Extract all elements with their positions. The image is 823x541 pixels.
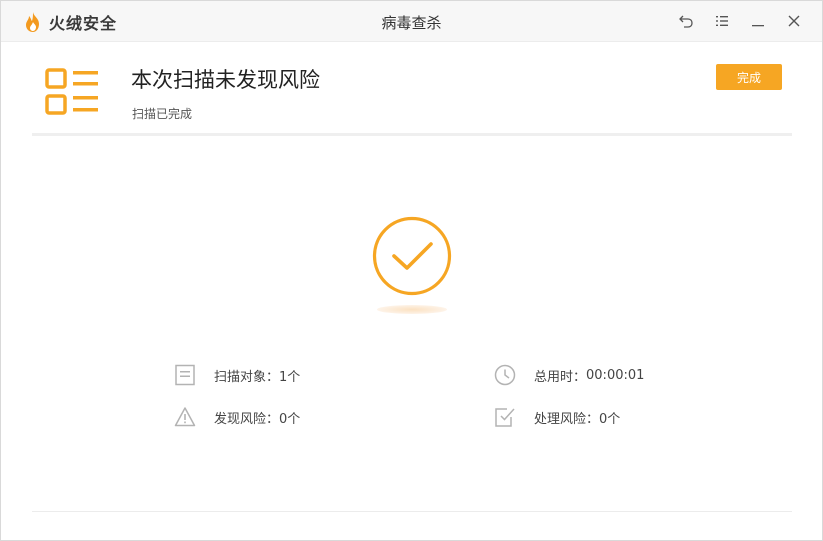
stat-label: 扫描对象： (214, 369, 280, 385)
window-title: 病毒查杀 (381, 14, 442, 32)
stat-label: 处理风险： (534, 411, 600, 427)
stat-label: 总用时： (534, 369, 587, 385)
document-icon (174, 364, 196, 386)
result-subtitle: 扫描已完成 (132, 107, 193, 121)
footer-divider (32, 511, 792, 512)
stat-scan-objects: 扫描对象： 1个 (174, 364, 300, 386)
stat-handled-risks: 处理风险： 0个 (494, 406, 620, 428)
stat-found-risks: 发现风险： 0个 (174, 406, 300, 428)
close-icon[interactable] (786, 13, 802, 29)
check-shadow (377, 305, 447, 314)
minimize-icon[interactable] (750, 13, 766, 29)
stat-value: 0个 (599, 411, 621, 427)
stat-value: 00:00:01 (586, 367, 645, 383)
stat-value: 0个 (279, 411, 301, 427)
clock-icon (494, 364, 516, 386)
done-button[interactable]: 完成 (716, 64, 782, 90)
success-check-icon (372, 216, 452, 296)
app-window: 火绒安全 病毒查杀 本次扫描未发现风险 扫描已完成 完成 扫描对象： 1个 总用… (0, 0, 823, 541)
back-icon[interactable] (678, 13, 694, 29)
stat-value: 1个 (279, 369, 301, 385)
title-bar[interactable]: 火绒安全 病毒查杀 (1, 1, 822, 42)
header-divider (32, 133, 792, 136)
stat-label: 发现风险： (214, 411, 280, 427)
scan-report-icon (45, 68, 98, 115)
checkbox-icon (494, 406, 516, 428)
warning-icon (174, 406, 196, 428)
menu-icon[interactable] (714, 13, 730, 29)
stat-total-time: 总用时： 00:00:01 (494, 364, 644, 386)
result-title: 本次扫描未发现风险 (131, 68, 320, 92)
